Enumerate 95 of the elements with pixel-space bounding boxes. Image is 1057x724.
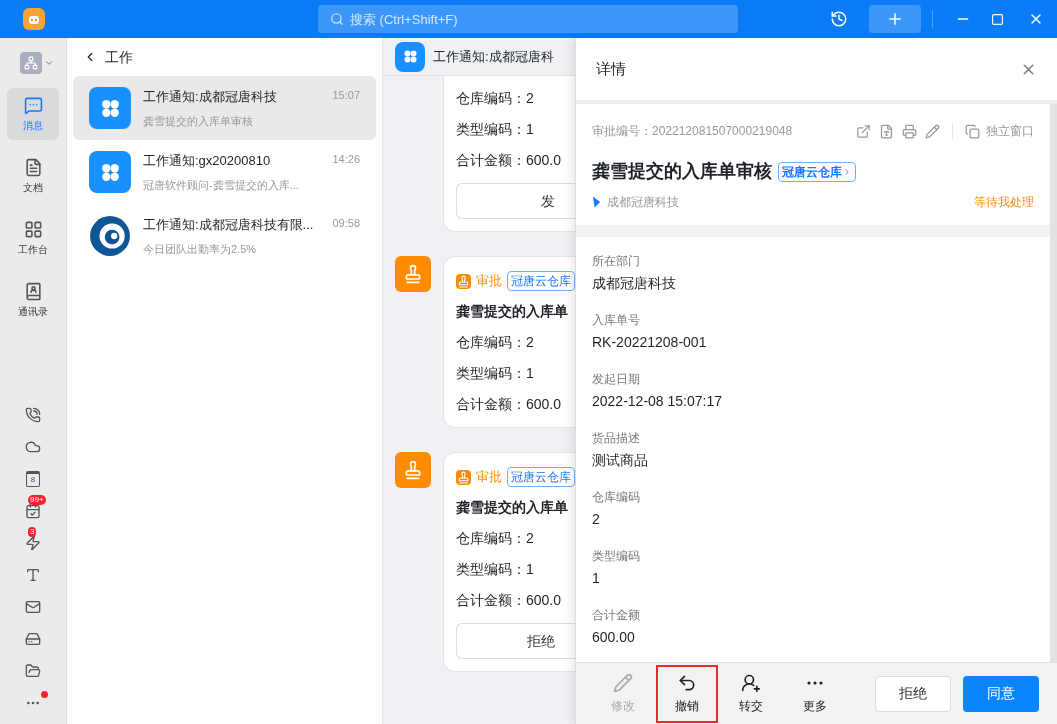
action-icon — [677, 672, 697, 693]
approval-icon — [456, 469, 471, 485]
window-icon — [965, 123, 980, 139]
list-title: 工作 — [105, 47, 133, 67]
reject-button[interactable]: 拒绝 — [875, 675, 951, 712]
field-label: 所在部门 — [592, 253, 641, 269]
approve-button[interactable]: 同意 — [963, 675, 1039, 712]
company-logo-icon — [89, 215, 131, 257]
nav-tab[interactable]: 文档 — [7, 150, 59, 202]
tool-icon[interactable] — [25, 663, 41, 679]
field-label: 仓库编码 — [592, 489, 641, 505]
nav-icon — [23, 219, 43, 239]
action-button[interactable]: 更多 — [784, 664, 846, 723]
print-icon[interactable] — [902, 123, 917, 139]
action-icon — [613, 672, 633, 693]
card-title: 龚雪提交的入库单 — [456, 498, 569, 517]
plus-icon — [886, 10, 904, 28]
approval-heading: 龚雪提交的入库单审核 — [592, 160, 772, 183]
conversation-title: 工作通知:成都冠唐科技 — [143, 88, 277, 106]
nav-tab[interactable]: 通讯录 — [7, 274, 59, 326]
caret-icon — [44, 58, 54, 68]
field-label: 发起日期 — [592, 371, 641, 387]
org-switcher[interactable] — [20, 52, 54, 74]
add-button[interactable] — [869, 5, 921, 33]
nav-icon — [23, 95, 43, 115]
card-field: 仓库编码：2 — [456, 88, 575, 109]
calendar-icon[interactable]: 8 — [26, 471, 40, 487]
chat-title: 工作通知:成都冠唐科 — [433, 47, 554, 66]
field-value: RK-20221208-001 — [592, 333, 708, 352]
field-label: 类型编码 — [592, 548, 641, 564]
action-button[interactable]: 撤销 — [656, 664, 718, 723]
action-icon — [741, 672, 761, 693]
card-field: 仓库编码：2 — [456, 332, 575, 353]
field-label: 入库单号 — [592, 312, 641, 328]
conversation-title: 工作通知:gx20200810 — [143, 152, 271, 170]
field-value: 2022-12-08 15:07:17 — [592, 392, 723, 411]
app-avatar-icon — [395, 41, 425, 72]
nav-icon — [23, 281, 43, 301]
card-field: 仓库编码：2 — [456, 528, 575, 549]
card-title: 龚雪提交的入库单 — [456, 302, 569, 321]
field-label: 合计金额 — [592, 607, 641, 623]
app-avatar-icon — [89, 87, 131, 129]
panel-title: 详情 — [596, 58, 626, 79]
field-value: 成都冠唐科技 — [592, 274, 677, 293]
nav-icon — [23, 157, 43, 177]
more-icon — [807, 680, 823, 685]
card-field: 类型编码：1 — [456, 363, 575, 384]
conversation-time: 15:07 — [332, 88, 360, 103]
conversation-preview: 冠唐软件顾问-龚雪提交的入库... — [143, 177, 300, 193]
tool-icon[interactable] — [25, 535, 41, 551]
card-field: 合计金额：600.0 — [456, 590, 575, 611]
approval-icon — [456, 273, 471, 289]
count-badge: 99+ — [28, 495, 46, 505]
field-value: 1 — [592, 569, 601, 588]
card-field: 类型编码：1 — [456, 559, 575, 580]
search-icon — [330, 12, 344, 26]
tool-icon[interactable] — [25, 631, 41, 647]
app-avatar-icon — [89, 151, 131, 193]
conversation-item[interactable]: 工作通知:成都冠唐科技 15:07 龚雪提交的入库单审核 — [73, 76, 376, 140]
card-field: 合计金额：600.0 — [456, 394, 575, 415]
nav-tab[interactable]: 工作台 — [7, 212, 59, 264]
tool-icon[interactable] — [25, 439, 41, 455]
app-logo-icon — [23, 8, 45, 30]
action-button[interactable]: 转交 — [720, 664, 782, 723]
card-field: 类型编码：1 — [456, 119, 575, 140]
field-label: 货品描述 — [592, 430, 641, 446]
tool-icon[interactable] — [25, 407, 41, 423]
tool-icon[interactable] — [25, 503, 41, 519]
share-icon[interactable] — [856, 123, 871, 139]
org-chart-icon — [24, 56, 38, 70]
approval-number: 审批编号：202212081507000219048 — [592, 123, 793, 140]
conversation-time: 09:58 — [332, 216, 360, 231]
field-value: 2 — [592, 510, 601, 529]
pdf-icon[interactable] — [879, 123, 894, 139]
tool-icon[interactable] — [25, 567, 41, 583]
card-field: 合计金额：600.0 — [456, 150, 575, 171]
status-text: 等待我处理 — [974, 194, 1034, 211]
card-type: 审批 — [476, 468, 502, 487]
conversation-preview: 今日团队出勤率为2.5% — [143, 241, 258, 257]
edit-icon[interactable] — [925, 123, 940, 139]
history-icon[interactable] — [830, 10, 848, 28]
tool-icon[interactable] — [25, 599, 41, 615]
field-value: 测试商品 — [592, 451, 649, 470]
conversation-title: 工作通知:成都冠唐科技有限... — [143, 216, 314, 234]
scrollbar[interactable] — [1050, 104, 1057, 662]
count-badge: 3 — [28, 527, 37, 537]
field-value: 600.00 — [592, 628, 636, 647]
org-flag-icon — [592, 196, 601, 208]
search-field[interactable]: 搜索 (Ctrl+Shift+F) — [318, 5, 738, 33]
org-name: 成都冠唐科技 — [607, 194, 679, 211]
conversation-preview: 龚雪提交的入库单审核 — [143, 113, 254, 129]
conversation-time: 14:26 — [332, 152, 360, 167]
maximize-icon[interactable] — [991, 12, 1004, 26]
card-type: 审批 — [476, 272, 502, 291]
app-tag-link[interactable]: 冠唐云仓库 — [778, 161, 856, 182]
